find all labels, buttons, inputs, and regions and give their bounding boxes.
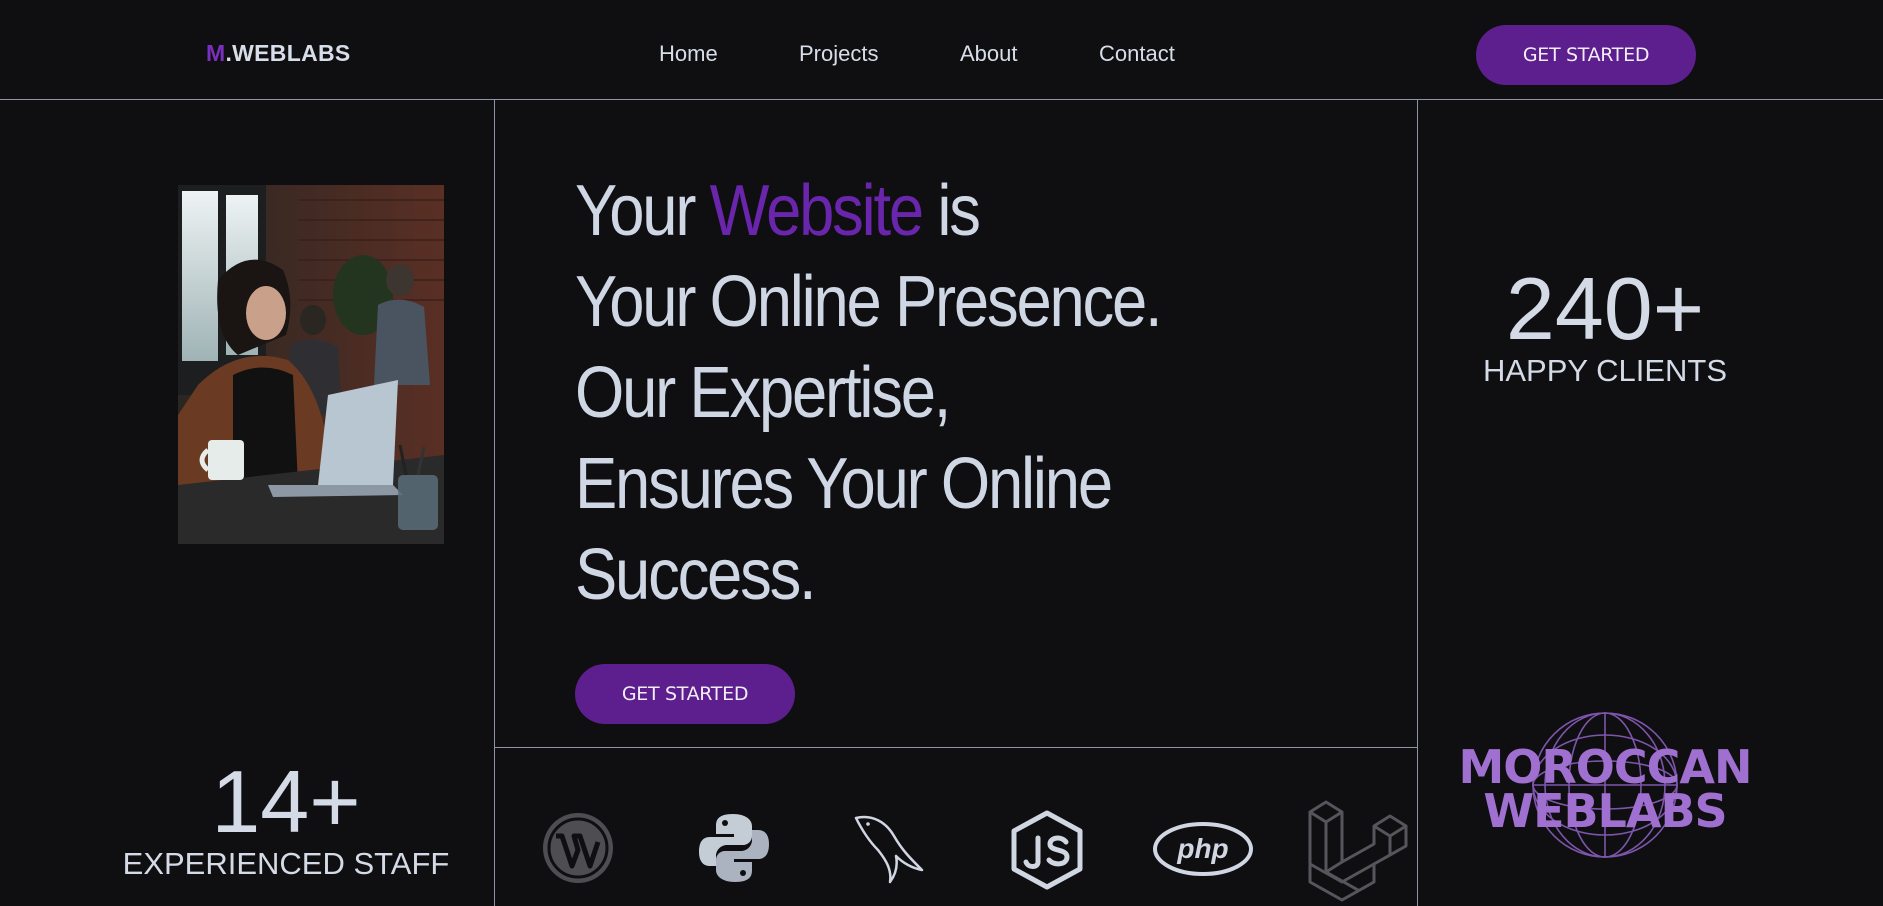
hero-line-1-pre: Your (575, 171, 710, 251)
brand-line-2: WEBLABS (1483, 784, 1726, 838)
left-column-divider (494, 100, 495, 906)
nav-contact-link[interactable]: Contact (1099, 41, 1175, 67)
python-icon (699, 814, 769, 882)
site-header: M.WEBLABS Home Projects About Contact GE… (0, 0, 1883, 100)
staff-label: EXPERIENCED STAFF (122, 846, 450, 881)
wordpress-icon (543, 813, 613, 883)
laravel-icon (1308, 800, 1408, 902)
clients-count: 240+ (1505, 259, 1705, 358)
hero-line-1-post: is (921, 171, 981, 251)
nav-about-link[interactable]: About (960, 41, 1018, 67)
right-column-divider (1417, 100, 1418, 906)
logo-accent: M (206, 40, 226, 66)
php-icon: php (1153, 822, 1253, 876)
hero-get-started-button[interactable]: GET STARTED (575, 664, 795, 724)
nav-projects-link[interactable]: Projects (799, 41, 878, 67)
site-logo[interactable]: M.WEBLABS (206, 40, 351, 67)
happy-clients-stat: 240+ HAPPY CLIENTS (1440, 265, 1770, 389)
landing-page: M.WEBLABS Home Projects About Contact GE… (0, 0, 1883, 906)
nav-home-link[interactable]: Home (659, 41, 718, 67)
team-member-photo (178, 185, 444, 544)
mysql-icon (854, 815, 924, 884)
hero-line-2: Your Online Presence. (575, 262, 1163, 342)
experienced-staff-stat: 14+ EXPERIENCED STAFF (106, 758, 466, 882)
moroccan-weblabs-brand-logo: MOROCCAN WEBLABS (1460, 712, 1750, 858)
svg-text:php: php (1176, 833, 1228, 864)
logo-text: .WEBLABS (225, 40, 351, 66)
hero-line-1: Your Website is (575, 166, 1160, 257)
hero-headline: Your Website is Your Online Presence. Ou… (575, 166, 1163, 621)
clients-label: HAPPY CLIENTS (1482, 353, 1728, 388)
nodejs-icon (1011, 810, 1083, 890)
header-get-started-button[interactable]: GET STARTED (1476, 25, 1696, 85)
staff-count: 14+ (211, 752, 361, 851)
hero-highlight: Website (709, 171, 925, 251)
hero-line-3: Our Expertise, (575, 353, 951, 433)
hero-bottom-divider (494, 747, 1418, 748)
hero-line-5: Success. (575, 535, 817, 615)
hero-line-4: Ensures Your Online (575, 444, 1113, 524)
